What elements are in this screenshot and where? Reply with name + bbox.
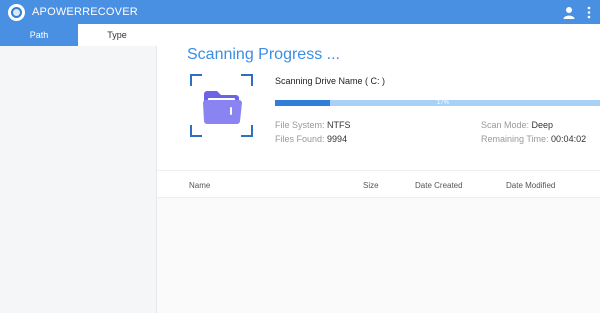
app-window: APOWERRECOVER Path Type Scanning Progres…	[0, 0, 600, 313]
app-title: APOWERRECOVER	[32, 6, 138, 18]
file-system-info: File System: NTFS	[275, 120, 351, 130]
title-bar: APOWERRECOVER	[0, 0, 600, 24]
file-system-label: File System:	[275, 120, 325, 130]
column-header-date-created[interactable]: Date Created	[415, 181, 463, 190]
file-table-header: Name Size Date Created Date Modified	[157, 170, 600, 198]
scan-mode-info: Scan Mode: Deep	[481, 120, 553, 130]
files-found-value: 9994	[327, 134, 348, 144]
column-header-name[interactable]: Name	[189, 181, 210, 190]
column-header-date-modified[interactable]: Date Modified	[506, 181, 555, 190]
remaining-time-label: Remaining Time:	[481, 134, 549, 144]
column-header-size[interactable]: Size	[363, 181, 379, 190]
scanning-drive-name: Scanning Drive Name ( C: )	[275, 76, 386, 86]
file-system-value: NTFS	[327, 120, 351, 130]
folder-scan-icon	[190, 74, 253, 137]
tab-type[interactable]: Type	[78, 24, 156, 46]
scan-progress-label: 17%	[437, 100, 450, 106]
files-found-info: Files Found: 9994	[275, 134, 347, 144]
user-icon[interactable]	[563, 5, 575, 19]
page-title: Scanning Progress ...	[187, 46, 340, 63]
view-tabs: Path Type	[0, 24, 157, 46]
sidebar-tree[interactable]	[0, 46, 157, 313]
scan-progress-fill	[275, 100, 331, 106]
file-table-body[interactable]	[157, 198, 600, 313]
remaining-time-value: 00:04:02	[551, 134, 587, 144]
scan-mode-value: Deep	[531, 120, 554, 130]
files-found-label: Files Found:	[275, 134, 325, 144]
apowerrecover-logo-icon	[8, 4, 25, 21]
remaining-time-info: Remaining Time: 00:04:02	[481, 134, 586, 144]
tab-path[interactable]: Path	[0, 24, 78, 46]
more-vertical-icon[interactable]	[585, 5, 593, 19]
scan-mode-label: Scan Mode:	[481, 120, 530, 130]
